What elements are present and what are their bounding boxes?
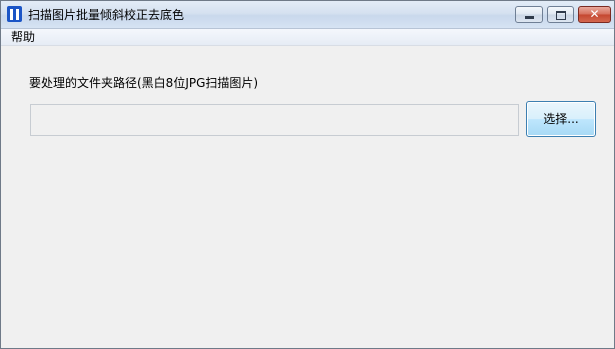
app-window: 扫描图片批量倾斜校正去底色 ✕ 帮助 要处理的文件夹路径(黑白8位JPG扫描图片… [0,0,615,349]
choose-folder-button[interactable]: 选择... [526,101,596,137]
close-icon: ✕ [589,7,600,21]
title-bar[interactable]: 扫描图片批量倾斜校正去底色 ✕ [1,1,614,29]
minimize-icon [525,16,534,19]
maximize-icon [556,11,566,20]
window-title: 扫描图片批量倾斜校正去底色 [28,8,185,22]
maximize-button[interactable] [547,6,574,23]
menu-bar: 帮助 [1,29,614,46]
close-button[interactable]: ✕ [578,6,611,23]
folder-path-input[interactable] [30,104,519,136]
folder-path-label: 要处理的文件夹路径(黑白8位JPG扫描图片) [29,76,259,90]
app-icon[interactable] [7,6,22,22]
minimize-button[interactable] [515,6,543,23]
menu-item-help[interactable]: 帮助 [11,29,35,45]
